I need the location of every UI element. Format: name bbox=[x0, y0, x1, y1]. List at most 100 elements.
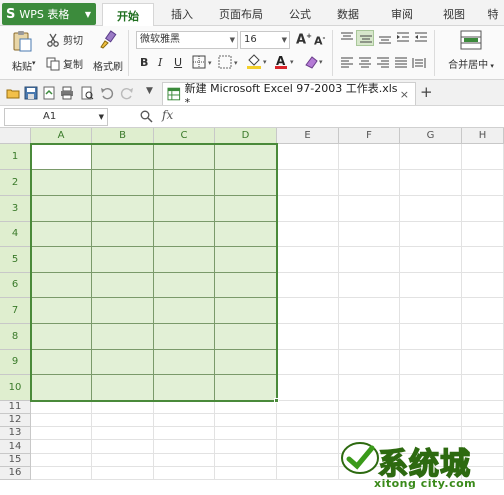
column-header-d[interactable]: D bbox=[215, 128, 277, 144]
cell-b11[interactable] bbox=[92, 401, 154, 414]
cell-e15[interactable] bbox=[277, 454, 339, 467]
cell-e5[interactable] bbox=[277, 247, 339, 273]
cell-h1[interactable] bbox=[462, 144, 504, 170]
align-middle-button[interactable] bbox=[356, 30, 374, 46]
row-header-8[interactable]: 8 bbox=[0, 324, 31, 350]
cell-c5[interactable] bbox=[154, 247, 215, 273]
cell-b16[interactable] bbox=[92, 467, 154, 480]
insert-function-button[interactable]: fx bbox=[162, 108, 173, 122]
grow-font-button[interactable]: A+ bbox=[296, 32, 312, 47]
cell-d13[interactable] bbox=[215, 427, 277, 440]
cell-h3[interactable] bbox=[462, 196, 504, 222]
cell-a13[interactable] bbox=[31, 427, 92, 440]
cell-c6[interactable] bbox=[154, 273, 215, 298]
cell-d5[interactable] bbox=[215, 247, 277, 273]
cell-b15[interactable] bbox=[92, 454, 154, 467]
cell-c16[interactable] bbox=[154, 467, 215, 480]
row-header-6[interactable]: 6 bbox=[0, 273, 31, 298]
zoom-lookup-icon[interactable] bbox=[140, 110, 153, 123]
cell-h2[interactable] bbox=[462, 170, 504, 196]
cell-c14[interactable] bbox=[154, 440, 215, 454]
cell-c10[interactable] bbox=[154, 375, 215, 401]
cell-h10[interactable] bbox=[462, 375, 504, 401]
cell-b6[interactable] bbox=[92, 273, 154, 298]
cell-b12[interactable] bbox=[92, 414, 154, 427]
print-preview-icon[interactable] bbox=[80, 86, 94, 100]
tab-data[interactable]: 数据 bbox=[326, 6, 370, 26]
cell-f2[interactable] bbox=[339, 170, 400, 196]
cell-e2[interactable] bbox=[277, 170, 339, 196]
column-header-h[interactable]: H bbox=[462, 128, 504, 144]
cell-b1[interactable] bbox=[92, 144, 154, 170]
cell-d4[interactable] bbox=[215, 222, 277, 247]
outdent-button[interactable] bbox=[414, 32, 428, 47]
tab-review[interactable]: 审阅 bbox=[380, 6, 424, 26]
column-header-a[interactable]: A bbox=[31, 128, 92, 144]
formula-input[interactable] bbox=[190, 108, 502, 126]
row-header-13[interactable]: 13 bbox=[0, 427, 31, 440]
cell-e3[interactable] bbox=[277, 196, 339, 222]
cell-e14[interactable] bbox=[277, 440, 339, 454]
tab-home[interactable]: 开始 bbox=[102, 3, 154, 27]
select-all-corner[interactable] bbox=[0, 128, 31, 144]
cell-e10[interactable] bbox=[277, 375, 339, 401]
cell-a1[interactable] bbox=[31, 144, 92, 170]
tab-document[interactable]: 新建 Microsoft Excel 97-2003 工作表.xls * × bbox=[162, 82, 416, 109]
row-header-16[interactable]: 16 bbox=[0, 467, 31, 480]
cell-h9[interactable] bbox=[462, 350, 504, 375]
bold-button[interactable]: B bbox=[140, 56, 148, 69]
cell-g1[interactable] bbox=[400, 144, 462, 170]
cell-g3[interactable] bbox=[400, 196, 462, 222]
cell-f11[interactable] bbox=[339, 401, 400, 414]
cell-c4[interactable] bbox=[154, 222, 215, 247]
cell-a4[interactable] bbox=[31, 222, 92, 247]
cell-b2[interactable] bbox=[92, 170, 154, 196]
export-icon[interactable] bbox=[42, 86, 56, 100]
align-left-button[interactable] bbox=[340, 57, 354, 72]
cell-e9[interactable] bbox=[277, 350, 339, 375]
row-header-7[interactable]: 7 bbox=[0, 298, 31, 324]
cell-d16[interactable] bbox=[215, 467, 277, 480]
cell-b9[interactable] bbox=[92, 350, 154, 375]
cell-g7[interactable] bbox=[400, 298, 462, 324]
cell-e8[interactable] bbox=[277, 324, 339, 350]
cell-e16[interactable] bbox=[277, 467, 339, 480]
name-box[interactable]: A1 ▼ bbox=[4, 108, 108, 126]
cell-d1[interactable] bbox=[215, 144, 277, 170]
cell-d7[interactable] bbox=[215, 298, 277, 324]
cell-a9[interactable] bbox=[31, 350, 92, 375]
print-icon[interactable] bbox=[60, 86, 74, 100]
cell-g12[interactable] bbox=[400, 414, 462, 427]
cell-a12[interactable] bbox=[31, 414, 92, 427]
cell-a14[interactable] bbox=[31, 440, 92, 454]
justify-button[interactable] bbox=[394, 57, 408, 72]
cell-g8[interactable] bbox=[400, 324, 462, 350]
cell-f12[interactable] bbox=[339, 414, 400, 427]
indent-button[interactable] bbox=[396, 32, 410, 47]
cell-b7[interactable] bbox=[92, 298, 154, 324]
cell-g5[interactable] bbox=[400, 247, 462, 273]
cell-d15[interactable] bbox=[215, 454, 277, 467]
format-painter-button[interactable]: 格式刷 bbox=[92, 30, 124, 76]
cell-d10[interactable] bbox=[215, 375, 277, 401]
cell-c13[interactable] bbox=[154, 427, 215, 440]
cell-c11[interactable] bbox=[154, 401, 215, 414]
cell-h12[interactable] bbox=[462, 414, 504, 427]
row-header-15[interactable]: 15 bbox=[0, 454, 31, 467]
cell-h11[interactable] bbox=[462, 401, 504, 414]
paste-button[interactable]: 粘贴 bbox=[8, 30, 36, 76]
align-bottom-button[interactable] bbox=[378, 32, 392, 47]
cell-a10[interactable] bbox=[31, 375, 92, 401]
align-center-button[interactable] bbox=[358, 57, 372, 72]
align-top-button[interactable] bbox=[340, 32, 354, 47]
column-header-e[interactable]: E bbox=[277, 128, 339, 144]
cell-e6[interactable] bbox=[277, 273, 339, 298]
cell-d3[interactable] bbox=[215, 196, 277, 222]
cell-a3[interactable] bbox=[31, 196, 92, 222]
italic-button[interactable]: I bbox=[158, 56, 162, 69]
cell-e13[interactable] bbox=[277, 427, 339, 440]
cell-h8[interactable] bbox=[462, 324, 504, 350]
cell-c3[interactable] bbox=[154, 196, 215, 222]
close-icon[interactable]: × bbox=[400, 88, 409, 101]
shrink-font-button[interactable]: A- bbox=[314, 34, 325, 48]
